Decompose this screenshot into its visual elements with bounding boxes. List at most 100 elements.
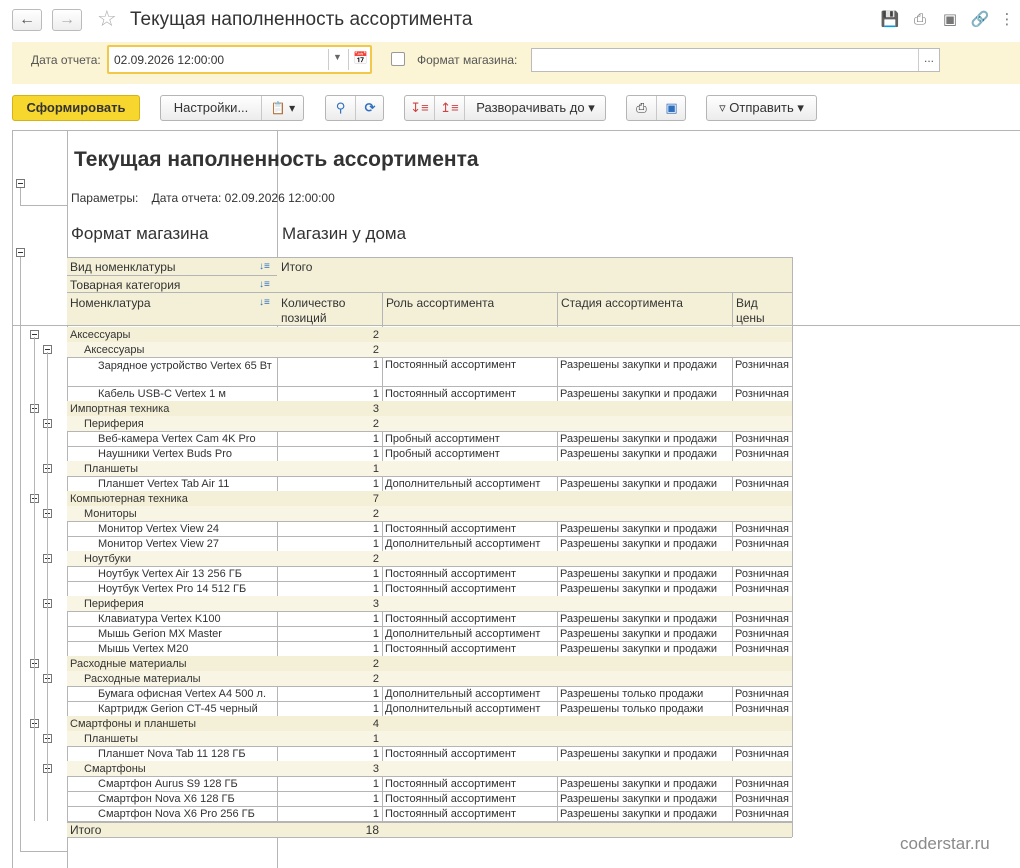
search-icon[interactable]: ⚲ (326, 96, 355, 120)
row-qty: 2 (372, 658, 379, 670)
row-qty: 1 (372, 628, 379, 640)
row-stage: Разрешены закупки и продажи (560, 793, 717, 805)
search-replace-icon[interactable]: ⟳ (356, 96, 384, 120)
row-stage: Разрешены закупки и продажи (560, 433, 717, 445)
row-role: Постоянный ассортимент (385, 583, 516, 595)
row-qty: 1 (372, 568, 379, 580)
row-name: Смартфоны (84, 763, 146, 775)
header-vid: Вид номенклатуры (70, 260, 176, 274)
row-name: Планшеты (84, 463, 139, 475)
row-qty: 1 (372, 388, 379, 400)
row-name: Планшеты (84, 733, 139, 745)
format-field[interactable]: ... (531, 48, 940, 72)
row-qty: 3 (372, 403, 379, 415)
row-price: Розничная (735, 388, 789, 400)
more-icon[interactable]: ⋮ (997, 10, 1017, 30)
row-name: Периферия (84, 418, 144, 430)
row-qty: 1 (372, 643, 379, 655)
row-stage: Разрешены закупки и продажи (560, 583, 717, 595)
row-stage: Разрешены закупки и продажи (560, 388, 717, 400)
date-label: Дата отчета: (31, 53, 101, 67)
row-role: Постоянный ассортимент (385, 613, 516, 625)
date-field[interactable]: 02.09.2026 12:00:00 ▼ 📅 (107, 45, 372, 74)
row-price: Розничная (735, 359, 789, 371)
total-value: 18 (365, 823, 379, 837)
outline-collapse-toggle[interactable] (16, 248, 25, 257)
format-label: Формат магазина: (417, 53, 518, 67)
collapse-all-icon[interactable]: ↧≡ (405, 96, 434, 120)
row-qty: 1 (372, 478, 379, 490)
print-preview-icon[interactable]: ▣ (657, 96, 686, 120)
row-stage: Разрешены закупки и продажи (560, 568, 717, 580)
row-stage: Разрешены закупки и продажи (560, 613, 717, 625)
row-stage: Разрешены только продажи (560, 703, 704, 715)
header-itogo: Итого (281, 260, 313, 274)
row-qty: 1 (372, 448, 379, 460)
row-qty: 2 (372, 329, 379, 341)
row-name: Монитор Vertex View 24 (98, 523, 220, 535)
row-price: Розничная (735, 538, 789, 550)
row-stage: Разрешены закупки и продажи (560, 478, 717, 490)
generate-button[interactable]: Сформировать (12, 95, 140, 121)
sort-icon[interactable]: ↓≡ (259, 297, 270, 308)
expand-group: ↧≡ ↥≡ Разворачивать до ▾ (404, 95, 606, 121)
row-name: Импортная техника (70, 403, 170, 415)
row-role: Постоянный ассортимент (385, 523, 516, 535)
row-price: Розничная (735, 778, 789, 790)
expand-to-button[interactable]: Разворачивать до ▾ (465, 96, 606, 120)
row-price: Розничная (735, 448, 789, 460)
row-name: Ноутбук Vertex Air 13 256 ГБ (98, 568, 242, 580)
row-role: Постоянный ассортимент (385, 388, 516, 400)
header-category: Товарная категория (70, 278, 181, 292)
date-value[interactable]: 02.09.2026 12:00:00 (114, 53, 224, 67)
row-qty: 1 (372, 583, 379, 595)
total-label: Итого (70, 823, 102, 837)
settings-label[interactable]: Настройки... (161, 96, 261, 120)
favorite-star-icon[interactable]: ☆ (97, 7, 117, 31)
variants-icon[interactable]: 📋 ▾ (262, 96, 304, 120)
row-qty: 1 (372, 523, 379, 535)
row-qty: 1 (372, 688, 379, 700)
row-stage: Разрешены только продажи (560, 688, 704, 700)
row-name: Аксессуары (84, 344, 145, 356)
sort-icon[interactable]: ↓≡ (259, 279, 270, 290)
row-stage: Разрешены закупки и продажи (560, 523, 717, 535)
row-name: Мониторы (84, 508, 137, 520)
link-icon[interactable]: 🔗 (970, 10, 990, 30)
row-qty: 1 (372, 613, 379, 625)
sort-icon[interactable]: ↓≡ (259, 261, 270, 272)
report-title: Текущая наполненность ассортимента (74, 148, 479, 171)
row-role: Постоянный ассортимент (385, 748, 516, 760)
row-name: Монитор Vertex View 27 (98, 538, 220, 550)
row-price: Розничная (735, 568, 789, 580)
row-qty: 1 (372, 463, 379, 475)
calendar-icon[interactable]: 📅 (353, 51, 368, 65)
row-price: Розничная (735, 793, 789, 805)
row-name: Смартфон Nova X6 Pro 256 ГБ (98, 808, 255, 820)
preview-icon[interactable]: ▣ (940, 10, 960, 30)
print-icon[interactable]: ⎙ (627, 96, 656, 120)
row-price: Розничная (735, 523, 789, 535)
row-role: Дополнительный ассортимент (385, 478, 541, 490)
row-stage: Разрешены закупки и продажи (560, 359, 717, 371)
settings-button[interactable]: Настройки... 📋 ▾ (160, 95, 304, 121)
forward-button[interactable]: → (52, 9, 82, 31)
report-params: Параметры: Дата отчета: 02.09.2026 12:00… (71, 191, 335, 205)
choose-button[interactable]: ... (918, 49, 939, 71)
row-stage: Разрешены закупки и продажи (560, 778, 717, 790)
dropdown-icon[interactable]: ▼ (333, 52, 342, 62)
save-icon[interactable]: 💾 (880, 10, 900, 30)
row-name: Мышь Vertex M20 (98, 643, 189, 655)
row-name: Периферия (84, 598, 144, 610)
row-qty: 1 (372, 703, 379, 715)
expand-all-icon[interactable]: ↥≡ (435, 96, 464, 120)
header-price: Вид цены (736, 296, 765, 325)
back-button[interactable]: ← (12, 9, 42, 31)
expand-to-label: Разворачивать до (476, 100, 585, 115)
outline-collapse-toggle[interactable] (16, 179, 25, 188)
format-checkbox[interactable] (391, 52, 405, 66)
print-icon[interactable]: ⎙ (910, 10, 930, 30)
row-price: Розничная (735, 748, 789, 760)
send-button[interactable]: ▿ Отправить ▾ (706, 95, 817, 121)
row-name: Смартфоны и планшеты (70, 718, 197, 730)
